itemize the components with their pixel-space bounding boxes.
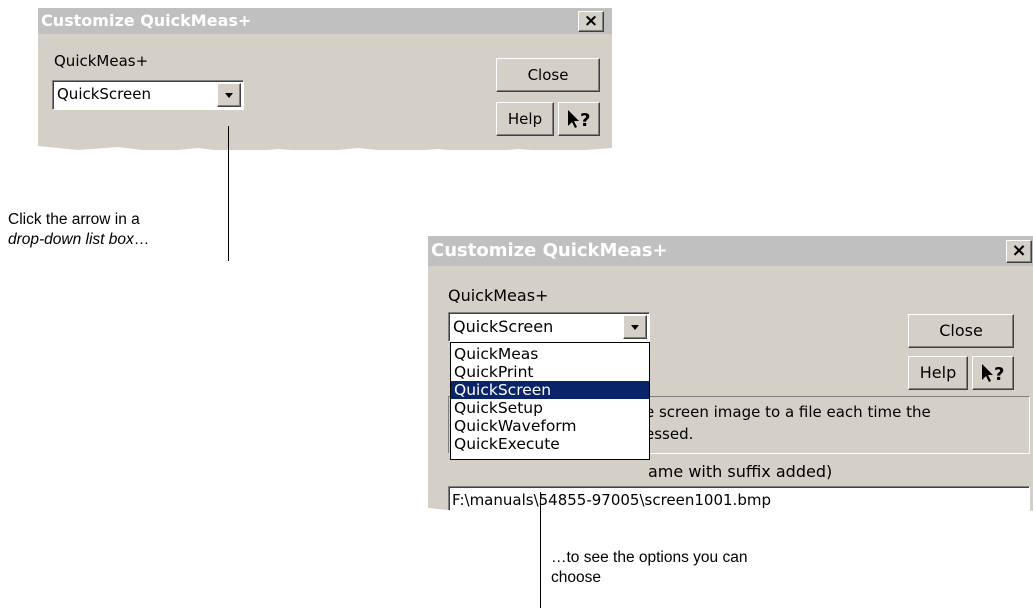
options-list[interactable]: QuickMeas QuickPrint QuickScreen QuickSe… — [450, 342, 650, 460]
close-button[interactable]: Close — [908, 314, 1014, 348]
dialog-title: Customize QuickMeas+ — [431, 240, 668, 261]
quickmeas-label: QuickMeas+ — [448, 286, 549, 305]
caption-top-italic: drop-down list box — [8, 231, 134, 248]
caption-top-line2: drop-down list box… — [8, 230, 149, 250]
help-button[interactable]: Help — [496, 102, 554, 136]
help-button-label: Help — [919, 363, 957, 382]
help-button[interactable]: Help — [908, 356, 968, 390]
torn-edge — [38, 146, 612, 162]
chevron-down-icon — [631, 325, 639, 330]
torn-edge — [428, 507, 1033, 522]
description-line2: essed. — [645, 425, 694, 443]
close-button[interactable]: Close — [496, 58, 600, 92]
dropdown-arrow-button[interactable] — [623, 315, 647, 339]
caption-bottom: …to see the options you can choose — [551, 548, 747, 588]
callout-line-bottom — [540, 492, 541, 608]
option-quickwaveform[interactable]: QuickWaveform — [451, 417, 649, 435]
option-quickexecute[interactable]: QuickExecute — [451, 435, 649, 453]
chevron-down-icon — [225, 93, 233, 98]
whats-this-icon: ? — [568, 110, 590, 131]
svg-text:?: ? — [994, 364, 1004, 385]
option-quicksetup[interactable]: QuickSetup — [451, 399, 649, 417]
customize-dialog-bottom: Customize QuickMeas+ × QuickMeas+ QuickS… — [428, 236, 1033, 522]
caption-top-line1: Click the arrow in a — [8, 211, 140, 228]
close-button-label: Close — [939, 321, 983, 340]
dropdown-value: QuickScreen — [453, 317, 554, 336]
whats-this-button[interactable]: ? — [558, 102, 600, 136]
caption-top: Click the arrow in a drop-down list box… — [8, 210, 149, 250]
option-quickprint[interactable]: QuickPrint — [451, 363, 649, 381]
caption-top-ellipsis: … — [133, 231, 150, 248]
help-button-label: Help — [507, 110, 543, 128]
title-bar: Customize QuickMeas+ × — [428, 236, 1033, 266]
whats-this-button[interactable]: ? — [972, 356, 1014, 390]
description-line1: e screen image to a file each time the — [645, 403, 931, 421]
option-quickscreen[interactable]: QuickScreen — [451, 381, 649, 399]
close-x-button[interactable]: × — [1006, 240, 1032, 263]
quickmeas-dropdown[interactable]: QuickScreen — [448, 312, 650, 342]
close-icon: × — [583, 11, 599, 31]
dropdown-value: QuickScreen — [57, 85, 151, 103]
dropdown-arrow-button[interactable] — [217, 83, 241, 107]
customize-dialog-top: Customize QuickMeas+ × QuickMeas+ QuickS… — [38, 8, 612, 162]
close-icon: × — [1011, 240, 1027, 261]
title-bar: Customize QuickMeas+ × — [38, 8, 612, 34]
dialog-title: Customize QuickMeas+ — [41, 11, 252, 30]
filename-label: ame with suffix added) — [648, 462, 833, 481]
caption-bottom-line2: choose — [551, 569, 601, 586]
caption-bottom-line1: …to see the options you can — [551, 549, 748, 566]
quickmeas-dropdown[interactable]: QuickScreen — [52, 80, 244, 110]
svg-text:?: ? — [580, 110, 590, 131]
close-x-button[interactable]: × — [578, 11, 604, 32]
close-button-label: Close — [527, 66, 569, 84]
callout-line-top — [228, 126, 229, 261]
option-quickmeas[interactable]: QuickMeas — [451, 345, 649, 363]
quickmeas-label: QuickMeas+ — [54, 52, 149, 70]
whats-this-icon: ? — [982, 364, 1004, 385]
